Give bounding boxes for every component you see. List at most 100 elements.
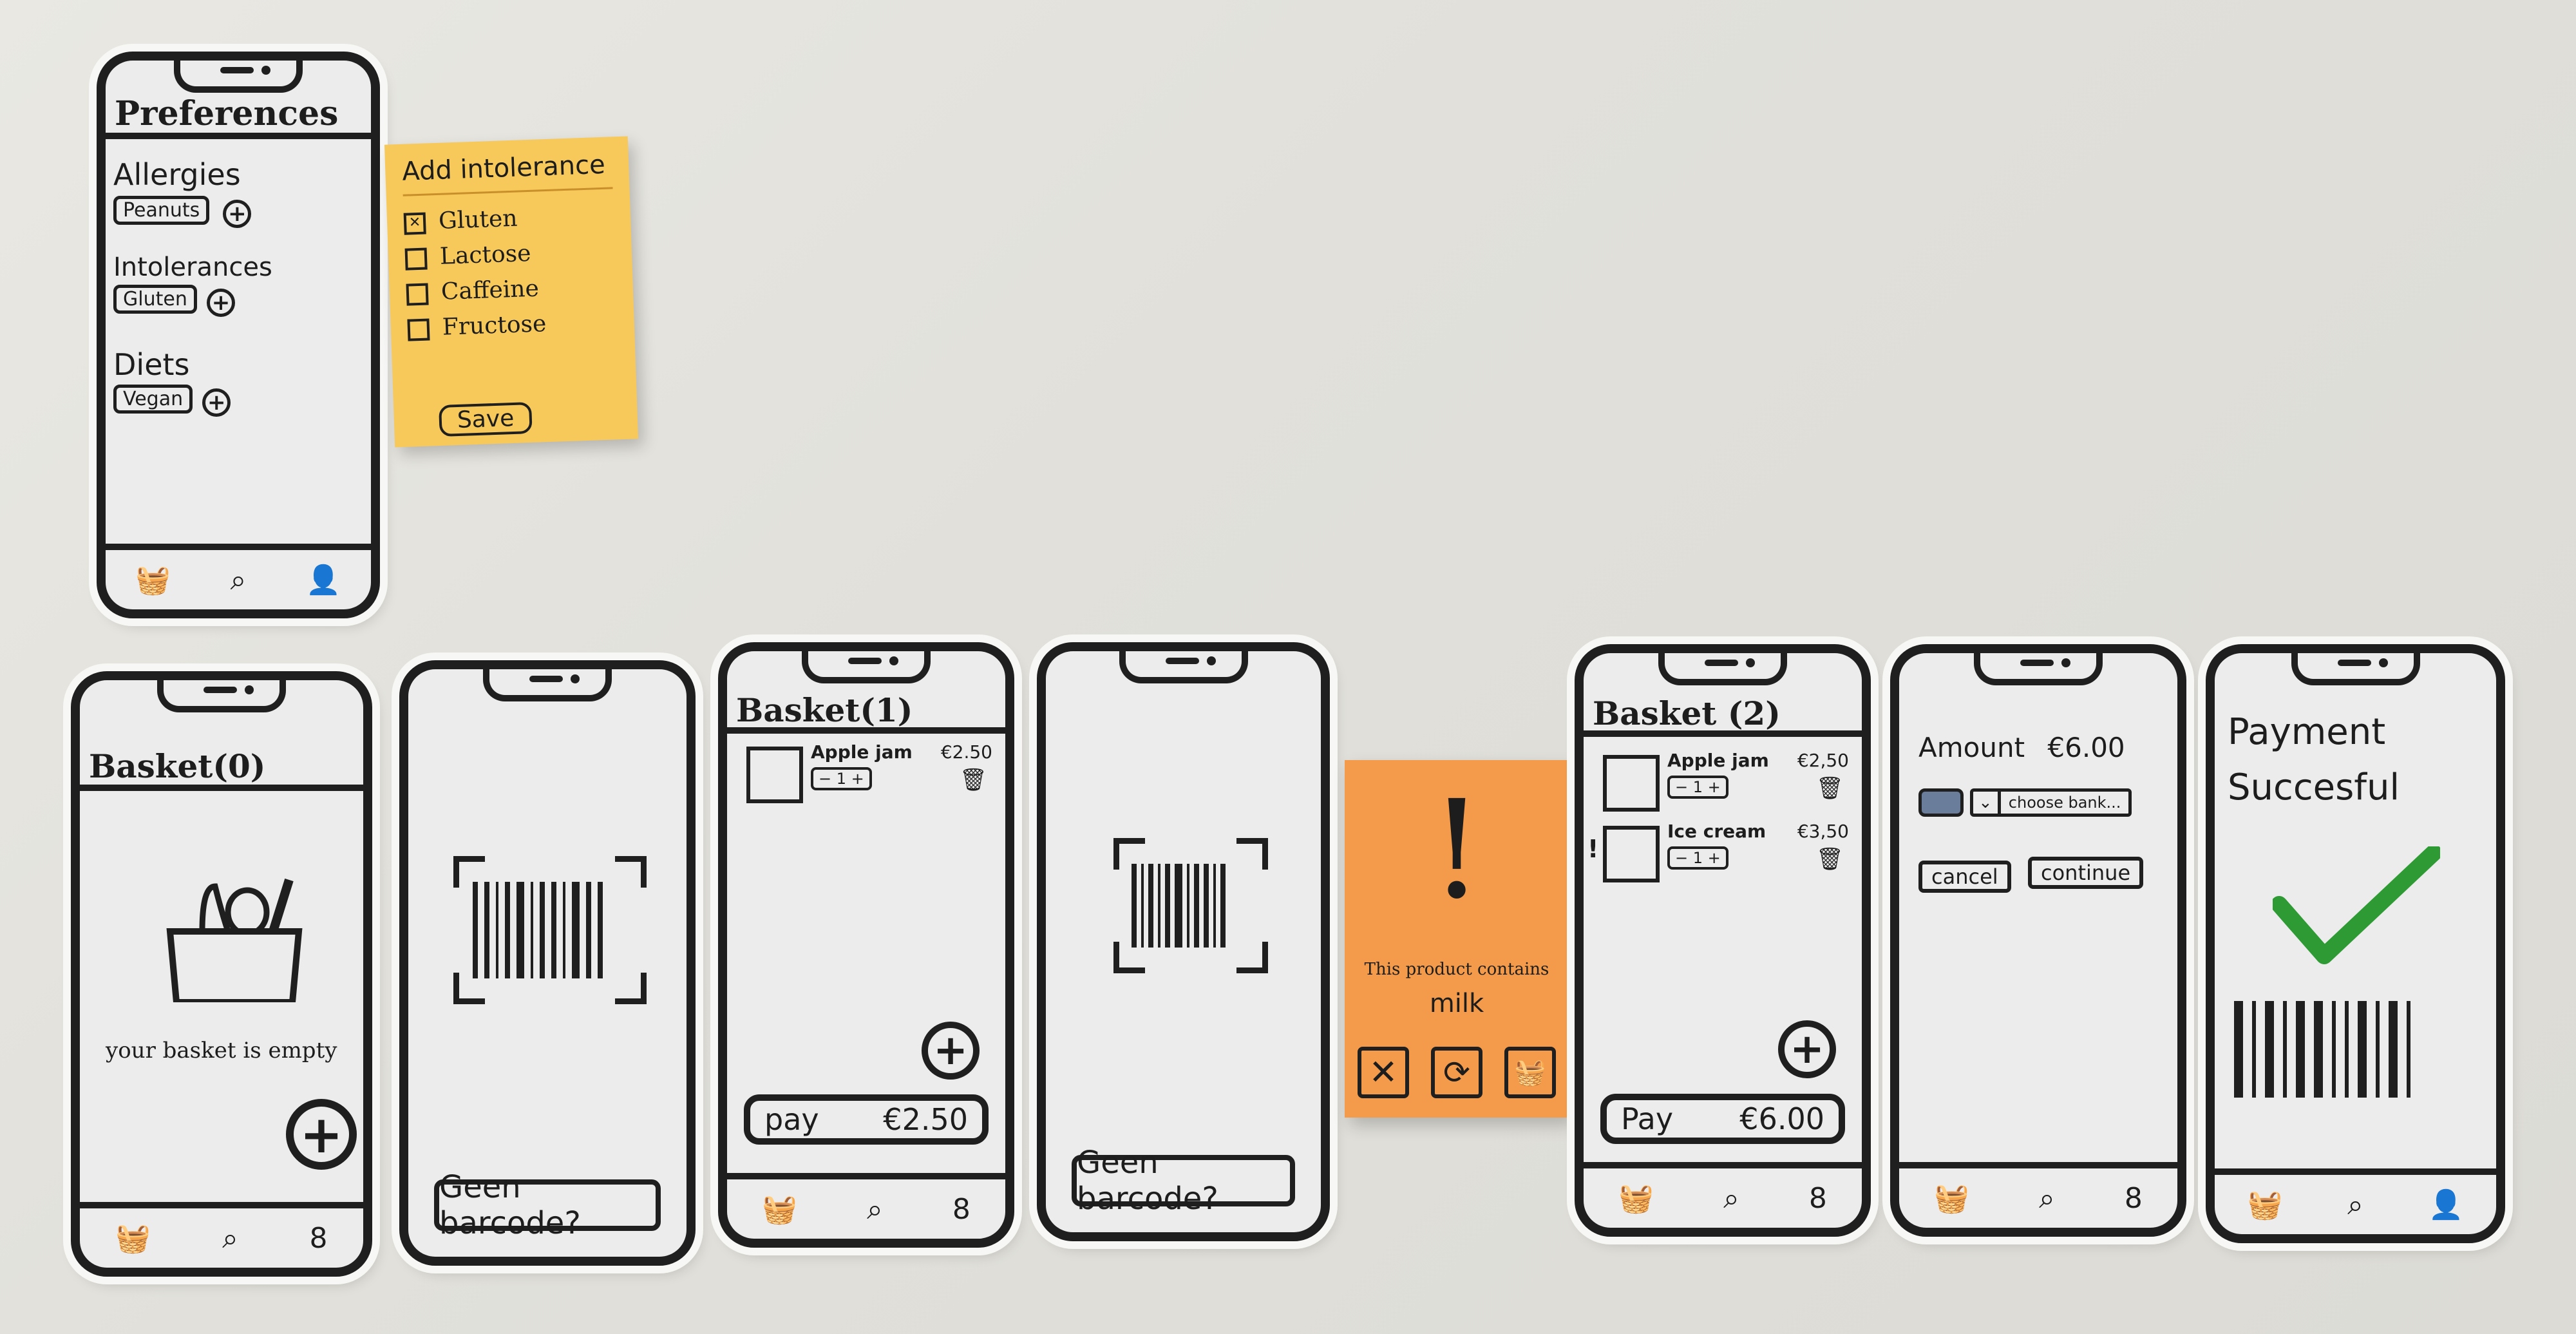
add-allergy-button[interactable]: + <box>223 199 252 228</box>
checkbox[interactable] <box>407 318 430 341</box>
continue-button[interactable]: continue <box>2028 857 2144 889</box>
basket-icon[interactable]: 🧺 <box>135 563 171 596</box>
phone-scanner: Geen barcode? <box>399 660 696 1266</box>
pay-button[interactable]: pay €2.50 <box>744 1094 989 1145</box>
trash-icon[interactable]: 🗑 <box>1816 846 1844 872</box>
profile-icon[interactable]: 👤 <box>2429 1188 2464 1221</box>
no-barcode-button[interactable]: Geen barcode? <box>1072 1145 1295 1217</box>
intolerance-option[interactable]: ✕ Gluten <box>403 202 614 235</box>
list-item[interactable]: Ice cream €3,50 − 1 + 🗑 <box>1603 821 1849 891</box>
add-item-button[interactable]: + <box>1778 1020 1836 1078</box>
allergen-name: milk <box>1429 989 1484 1018</box>
add-item-button[interactable]: + <box>286 1099 357 1170</box>
search-icon[interactable]: ⌕ <box>2347 1188 2363 1221</box>
bottom-nav: 🧺 ⌕ 8 <box>1584 1162 1862 1228</box>
add-anyway-icon[interactable]: 🧺 <box>1504 1047 1556 1098</box>
profile-icon[interactable]: 8 <box>2125 1182 2143 1215</box>
phone-notch <box>2291 653 2420 685</box>
amount-label: Amount <box>1918 732 2025 763</box>
trash-icon[interactable]: 🗑 <box>1816 776 1844 801</box>
header-divider <box>80 785 363 791</box>
pay-button[interactable]: Pay €6.00 <box>1600 1094 1845 1144</box>
list-item[interactable]: Apple jam €2,50 − 1 + 🗑 <box>1603 750 1849 821</box>
pay-label: Pay <box>1621 1101 1674 1136</box>
pay-total: €2.50 <box>883 1102 968 1137</box>
phone-basket-one: Basket(1) Apple jam €2.50 − 1 + 🗑 + pay … <box>718 642 1014 1248</box>
quantity-stepper[interactable]: − 1 + <box>811 767 872 790</box>
bank-dropdown[interactable]: ⌄ choose bank... <box>1970 788 2132 817</box>
bottom-nav: 🧺 ⌕ 👤 <box>2215 1168 2496 1234</box>
product-name: Ice cream <box>1667 821 1766 842</box>
section-label: Allergies <box>113 157 241 192</box>
intolerance-tag[interactable]: Gluten <box>113 285 197 314</box>
warning-icon: ! <box>1429 771 1484 929</box>
intolerance-option[interactable]: Lactose <box>404 237 615 271</box>
allergen-warning-dialog: ! This product contains milk ✕ ⟳ 🧺 <box>1345 760 1569 1118</box>
empty-basket-icon <box>157 873 312 1005</box>
barcode-graphic <box>1132 864 1226 948</box>
page-title: Basket (2) <box>1593 694 1781 732</box>
add-intolerance-dialog: Add intolerance ✕ Gluten Lactose Caffeine Fr… <box>384 136 639 448</box>
basket-icon[interactable]: 🧺 <box>762 1192 797 1226</box>
phone-notch <box>174 61 303 93</box>
search-icon[interactable]: ⌕ <box>222 1222 238 1255</box>
phone-notch <box>802 651 931 683</box>
replace-icon[interactable]: ⟳ <box>1431 1047 1482 1098</box>
close-icon[interactable]: ✕ <box>1358 1047 1409 1098</box>
bottom-nav: 🧺 ⌕ 8 <box>80 1202 363 1268</box>
profile-icon[interactable]: 8 <box>310 1222 328 1255</box>
amount-row: Amount €6.00 <box>1918 732 2125 763</box>
page-title: Basket(1) <box>736 691 913 729</box>
quantity-stepper[interactable]: − 1 + <box>1667 846 1728 870</box>
header-divider <box>1584 730 1862 737</box>
trash-icon[interactable]: 🗑 <box>960 767 987 793</box>
scan-frame <box>453 856 647 1004</box>
intolerances-section: Intolerances Gluten + <box>113 253 272 317</box>
profile-icon[interactable]: 👤 <box>306 563 341 596</box>
phone-preferences: Preferences Allergies Peanuts + Intolera… <box>97 52 380 618</box>
quantity-value: 1 <box>1692 778 1703 796</box>
intolerance-option[interactable]: Caffeine <box>406 272 616 306</box>
product-name: Apple jam <box>1667 750 1769 771</box>
add-intolerance-button[interactable]: + <box>206 288 235 317</box>
search-icon[interactable]: ⌕ <box>1723 1182 1739 1215</box>
intolerance-option[interactable]: Fructose <box>407 308 618 341</box>
phone-notch <box>1119 651 1248 683</box>
page-title: Preferences <box>115 94 339 133</box>
allergy-tag[interactable]: Peanuts <box>113 196 210 225</box>
checkbox[interactable] <box>406 283 429 306</box>
diet-tag[interactable]: Vegan <box>113 385 193 414</box>
profile-icon[interactable]: 8 <box>1809 1182 1827 1215</box>
dialog-title: Add intolerance <box>401 149 613 196</box>
search-icon[interactable]: ⌕ <box>2039 1182 2055 1215</box>
checkbox[interactable] <box>404 247 428 271</box>
basket-icon[interactable]: 🧺 <box>1618 1181 1654 1215</box>
list-item[interactable]: Apple jam €2.50 − 1 + 🗑 <box>746 741 992 812</box>
add-item-button[interactable]: + <box>922 1022 980 1080</box>
no-barcode-button[interactable]: Geen barcode? <box>434 1169 661 1241</box>
product-thumbnail <box>746 747 803 803</box>
quantity-value: 1 <box>836 770 847 788</box>
quantity-stepper[interactable]: − 1 + <box>1667 776 1728 799</box>
cancel-button[interactable]: cancel <box>1918 861 2011 893</box>
header-divider <box>106 133 371 139</box>
phone-notch <box>483 669 612 701</box>
basket-icon[interactable]: 🧺 <box>2247 1188 2282 1221</box>
add-diet-button[interactable]: + <box>202 388 231 417</box>
product-price: €2,50 <box>1797 750 1849 771</box>
diets-section: Diets Vegan + <box>113 347 231 417</box>
bottom-nav: 🧺 ⌕ 8 <box>1899 1162 2177 1228</box>
phone-basket-two: Basket (2) Apple jam €2,50 − 1 + 🗑 ! Ice… <box>1575 644 1871 1237</box>
phone-scanner-2: Geen barcode? <box>1037 642 1330 1241</box>
basket-icon[interactable]: 🧺 <box>1934 1181 1969 1215</box>
allergies-section: Allergies Peanuts + <box>113 157 252 228</box>
profile-icon[interactable]: 8 <box>952 1193 971 1226</box>
save-button[interactable]: Save <box>439 402 533 437</box>
search-icon[interactable]: ⌕ <box>867 1193 883 1226</box>
page-title: Basket(0) <box>89 747 266 785</box>
product-name: Apple jam <box>811 741 913 763</box>
checkbox[interactable]: ✕ <box>403 212 426 235</box>
basket-icon[interactable]: 🧺 <box>115 1221 151 1255</box>
search-icon[interactable]: ⌕ <box>231 564 247 596</box>
section-label: Diets <box>113 347 190 382</box>
